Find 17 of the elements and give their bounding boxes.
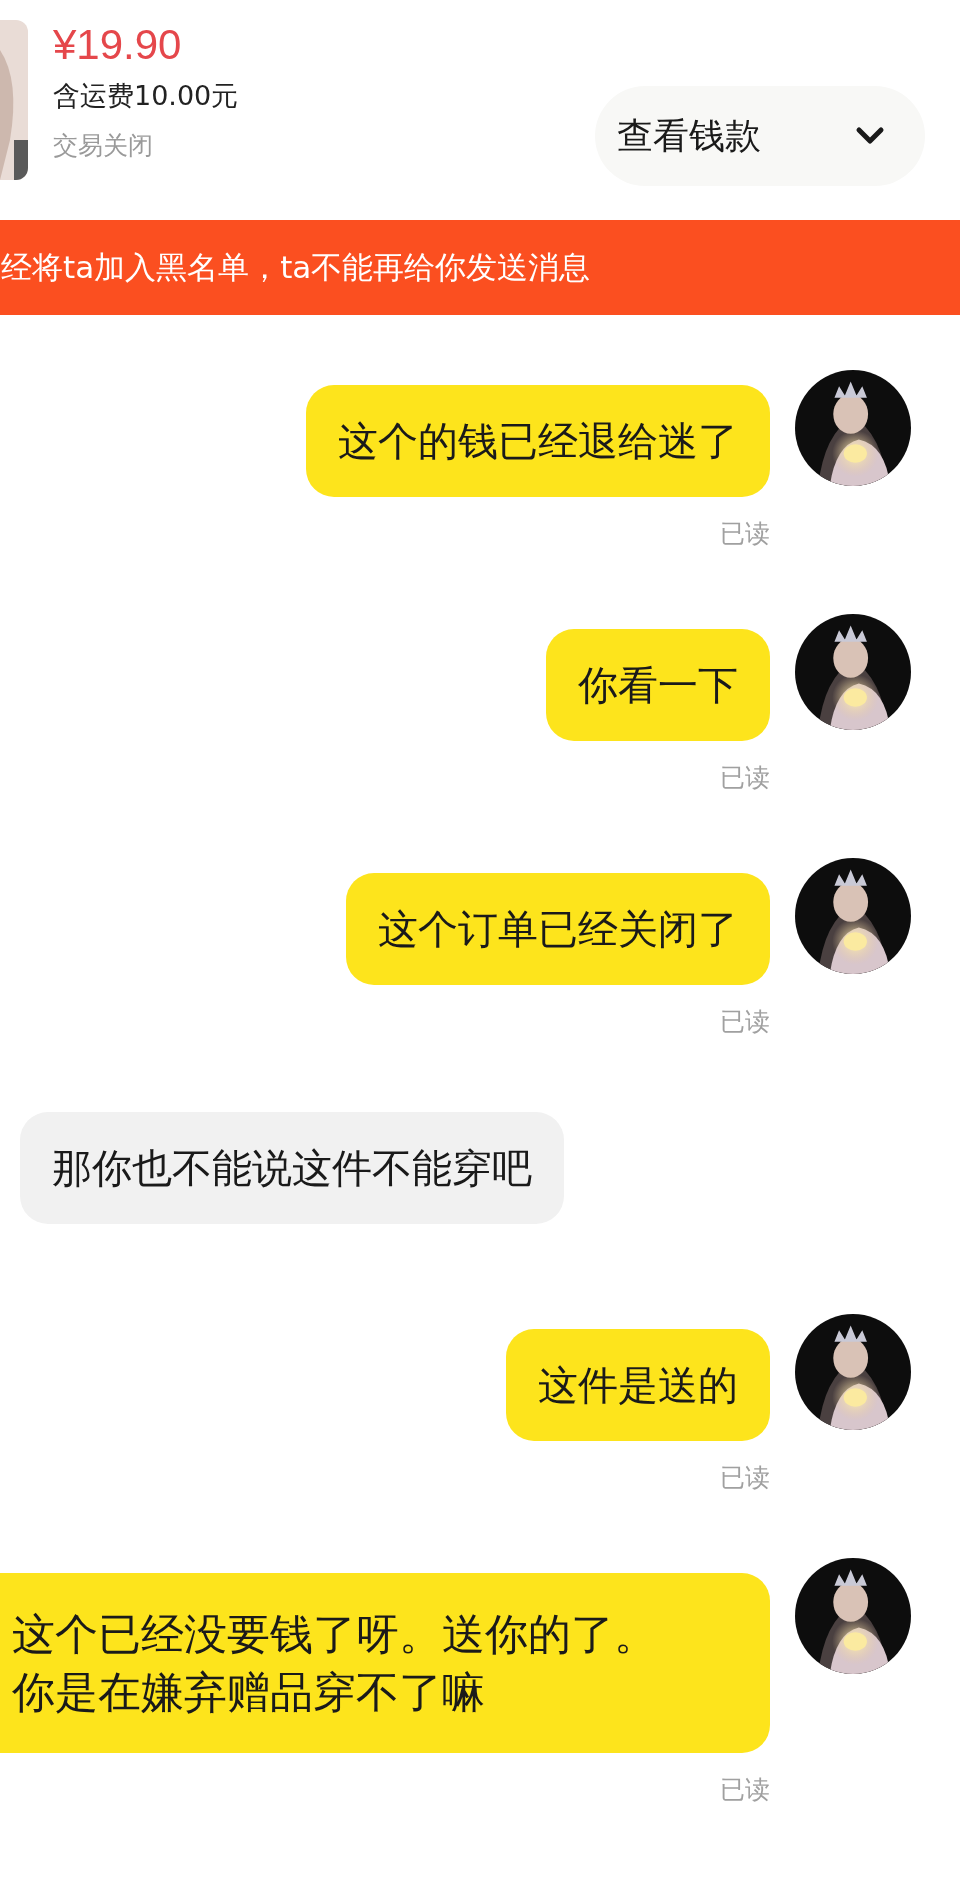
read-receipt: 已读 — [720, 762, 770, 794]
price: ¥19.90 — [53, 20, 183, 70]
order-status: 交易关闭 — [53, 130, 154, 162]
message-bubble: 这个已经没要钱了呀。送你的了。你是在嫌弃赠品穿不了嘛 — [0, 1573, 770, 1753]
view-payment-button[interactable]: 查看钱款 — [595, 86, 925, 186]
message-bubble: 这个订单已经关闭了 — [346, 873, 770, 985]
message-bubble: 这件是送的 — [506, 1329, 770, 1441]
read-receipt: 已读 — [720, 1462, 770, 1494]
message-bubble: 你看一下 — [546, 629, 770, 741]
message-bubble: 那你也不能说这件不能穿吧 — [20, 1112, 564, 1224]
shipping-fee: 含运费10.00元 — [53, 79, 239, 113]
read-receipt: 已读 — [720, 1774, 770, 1806]
message-bubble: 这个的钱已经退给迷了 — [306, 385, 770, 497]
chevron-down-icon — [855, 126, 885, 146]
read-receipt: 已读 — [720, 1006, 770, 1038]
read-receipt: 已读 — [720, 518, 770, 550]
blocked-notice: 经将ta加入黑名单，ta不能再给你发送消息 — [1, 247, 591, 287]
